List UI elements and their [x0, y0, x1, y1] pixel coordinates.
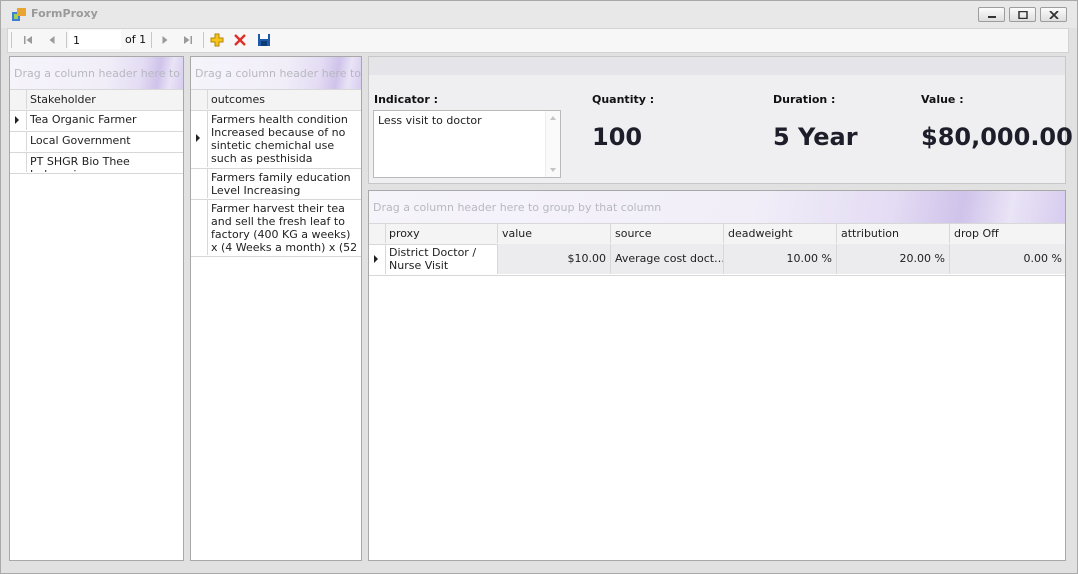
- stakeholder-cell[interactable]: Local Government: [26, 131, 135, 151]
- plus-icon: [210, 33, 224, 47]
- record-count-label: of 1: [125, 33, 147, 46]
- attribution-cell[interactable]: 20.00 %: [837, 244, 950, 274]
- indicator-memo-text: Less visit to doctor: [378, 114, 482, 127]
- column-header-proxy[interactable]: proxy: [385, 224, 498, 243]
- value-amount: $80,000.00: [921, 123, 1073, 151]
- column-header-drop-off[interactable]: drop Off: [950, 224, 1065, 243]
- row-indicator: [10, 152, 27, 172]
- record-position-input[interactable]: [69, 30, 121, 49]
- minimize-icon: [987, 15, 996, 18]
- delete-record-button[interactable]: [232, 32, 248, 48]
- last-record-icon: [184, 36, 192, 44]
- table-row[interactable]: Local Government: [10, 131, 183, 153]
- proxy-cell[interactable]: District Doctor / Nurse Visit: [385, 244, 498, 274]
- column-header-stakeholder[interactable]: Stakeholder: [26, 90, 183, 109]
- row-indicator: [10, 110, 27, 130]
- column-header-row: proxy value source deadweight attributio…: [369, 223, 1065, 245]
- outcome-cell[interactable]: Farmers health condition Increased becau…: [207, 110, 361, 167]
- title-bar[interactable]: [1, 1, 1077, 28]
- indicator-panel-caption: [369, 57, 1065, 75]
- current-row-icon: [15, 116, 19, 124]
- memo-scrollbar[interactable]: [545, 111, 560, 177]
- group-panel[interactable]: Drag a column header here to group by th…: [10, 57, 183, 89]
- duration-label: Duration :: [773, 93, 836, 106]
- table-row[interactable]: Farmers health condition Increased becau…: [191, 110, 361, 169]
- current-row-icon: [196, 134, 200, 142]
- outcome-cell[interactable]: Farmer harvest their tea and sell the fr…: [207, 199, 361, 255]
- next-record-icon: [162, 36, 168, 44]
- row-indicator-header: [191, 90, 208, 109]
- source-cell[interactable]: Average cost doct…: [611, 244, 724, 274]
- table-row[interactable]: PT SHGR Bio Thee Indonesia: [10, 152, 183, 174]
- maximize-icon: [1017, 10, 1028, 19]
- toolbar-separator: [66, 32, 67, 48]
- column-header-deadweight[interactable]: deadweight: [724, 224, 837, 243]
- last-record-button[interactable]: [180, 32, 196, 48]
- toolbar-separator: [203, 32, 204, 48]
- first-record-icon: [24, 36, 32, 44]
- outcome-cell[interactable]: Farmers family education Level Increasin…: [207, 168, 361, 198]
- indicator-panel: Indicator : Less visit to doctor Quantit…: [368, 56, 1073, 184]
- deadweight-cell[interactable]: 10.00 %: [724, 244, 837, 274]
- column-header-outcomes[interactable]: outcomes: [207, 90, 361, 109]
- group-panel[interactable]: Drag a column header here to group by th…: [369, 191, 1065, 223]
- close-icon: [1048, 10, 1059, 19]
- indicator-label: Indicator :: [374, 93, 438, 106]
- scroll-arrows-icon: [550, 116, 556, 172]
- drop-off-cell[interactable]: 0.00 %: [950, 244, 1065, 274]
- table-row[interactable]: Tea Organic Farmer: [10, 110, 183, 132]
- row-indicator: [191, 168, 208, 198]
- current-row-icon: [374, 255, 378, 263]
- column-header-attribution[interactable]: attribution: [837, 224, 950, 243]
- window-title: FormProxy: [31, 7, 98, 20]
- app-icon: [12, 8, 26, 21]
- group-panel[interactable]: Drag a column header here to group by th…: [191, 57, 361, 89]
- toolbar-grip: [11, 32, 12, 48]
- row-indicator: [191, 199, 208, 255]
- column-header-source[interactable]: source: [611, 224, 724, 243]
- next-record-button[interactable]: [157, 32, 173, 48]
- table-row[interactable]: Farmer harvest their tea and sell the fr…: [191, 199, 361, 257]
- value-cell[interactable]: $10.00: [498, 244, 611, 274]
- table-row[interactable]: District Doctor / Nurse Visit $10.00 Ave…: [369, 244, 1065, 276]
- column-header-value[interactable]: value: [498, 224, 611, 243]
- indicator-memo[interactable]: Less visit to doctor: [373, 110, 561, 178]
- row-indicator-header: [369, 224, 386, 243]
- value-label: Value :: [921, 93, 964, 106]
- duration-value: 5 Year: [773, 123, 858, 151]
- toolbar-separator: [151, 32, 152, 48]
- table-row[interactable]: Farmers family education Level Increasin…: [191, 168, 361, 200]
- add-record-button[interactable]: [209, 32, 225, 48]
- row-indicator: [369, 244, 386, 274]
- minimize-button[interactable]: [978, 7, 1005, 22]
- proxy-grid: Drag a column header here to group by th…: [368, 190, 1066, 561]
- stakeholder-cell[interactable]: Tea Organic Farmer: [26, 110, 141, 130]
- row-indicator: [10, 131, 27, 151]
- save-record-button[interactable]: [256, 32, 272, 48]
- column-header-row: outcomes: [191, 89, 361, 111]
- quantity-label: Quantity :: [592, 93, 655, 106]
- close-button[interactable]: [1040, 7, 1067, 22]
- save-icon: [258, 34, 270, 46]
- maximize-button[interactable]: [1009, 7, 1036, 22]
- stakeholder-grid: Drag a column header here to group by th…: [9, 56, 184, 561]
- quantity-value: 100: [592, 123, 643, 151]
- row-indicator: [191, 110, 208, 167]
- row-indicator-header: [10, 90, 27, 109]
- previous-record-button[interactable]: [44, 32, 60, 48]
- delete-icon: [234, 34, 246, 46]
- stakeholder-cell[interactable]: PT SHGR Bio Thee Indonesia: [26, 152, 183, 172]
- first-record-button[interactable]: [20, 32, 36, 48]
- previous-record-icon: [49, 36, 55, 44]
- outcomes-grid: Drag a column header here to group by th…: [190, 56, 362, 561]
- column-header-row: Stakeholder: [10, 89, 183, 111]
